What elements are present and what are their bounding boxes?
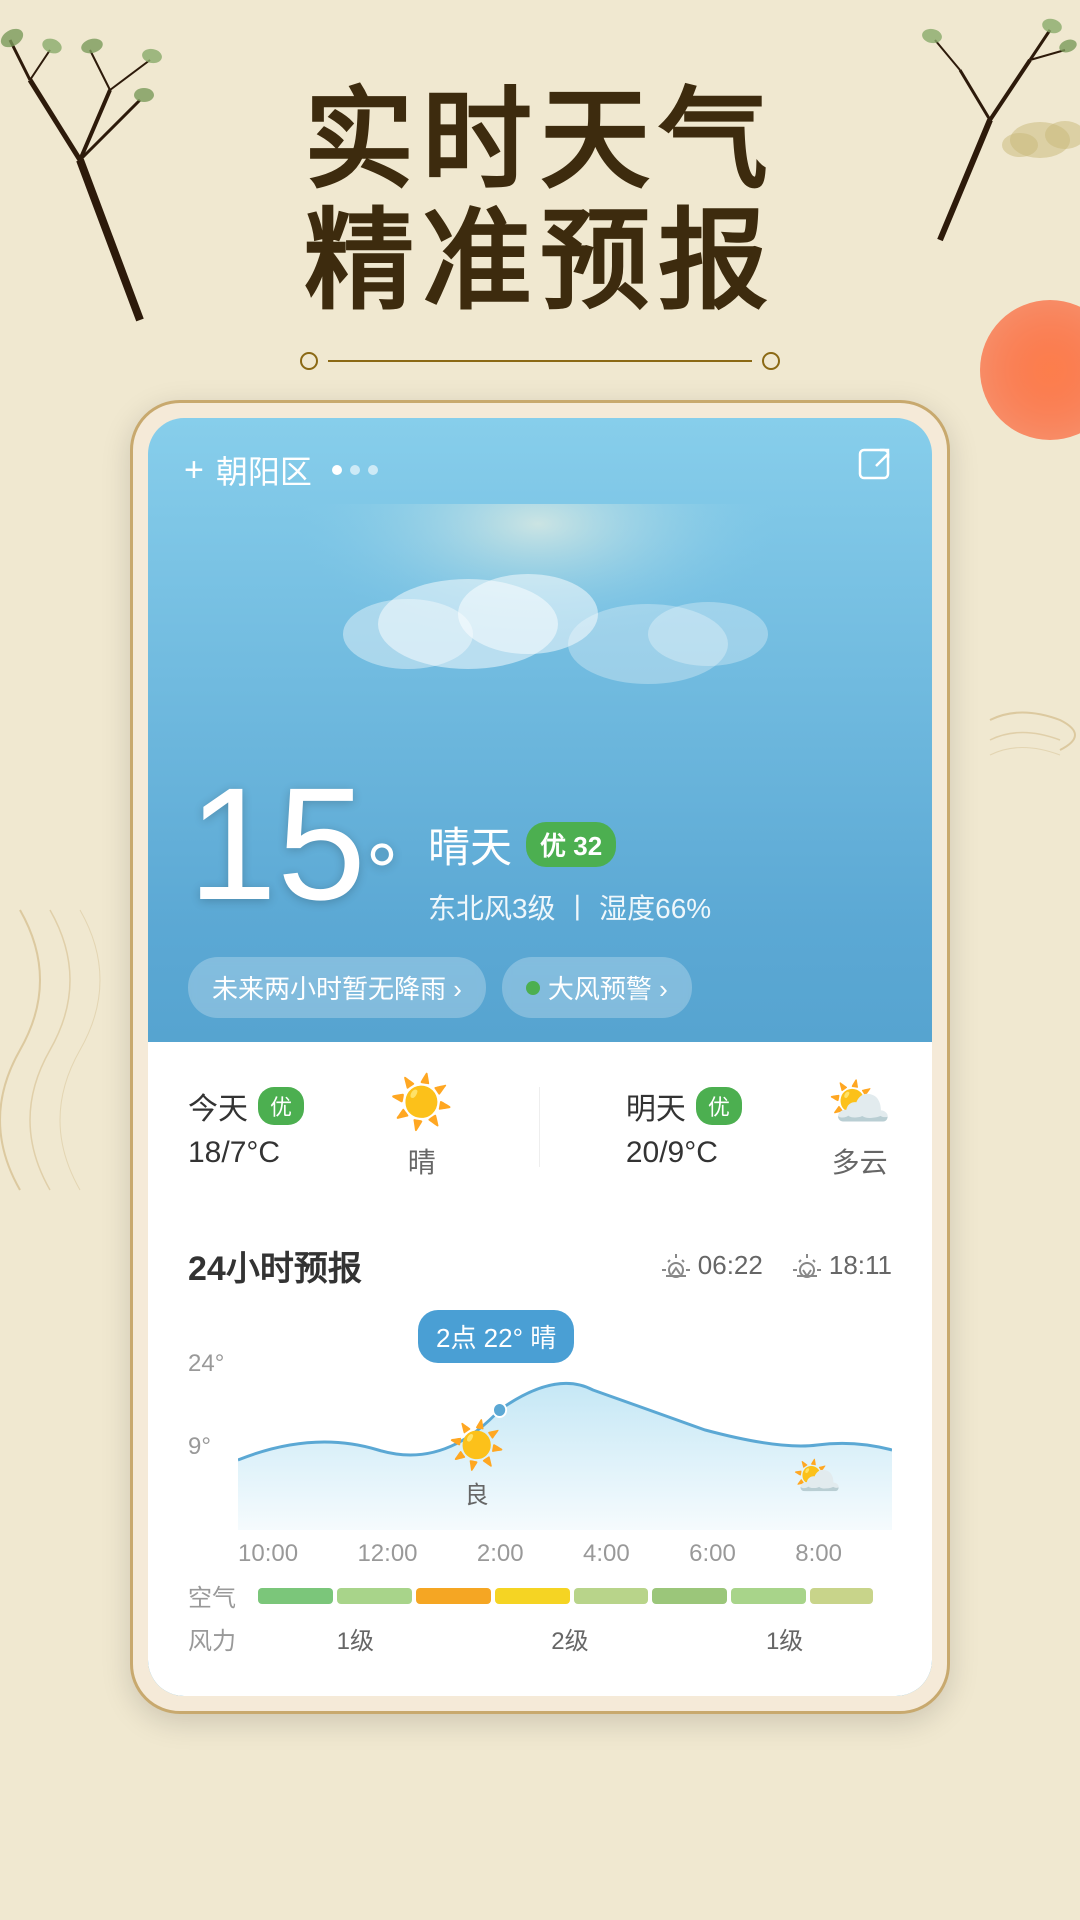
today-aqi: 优 (258, 1087, 304, 1125)
temperature-value: 15 (188, 754, 366, 933)
sunrise-value: 06:22 (698, 1250, 763, 1281)
time-200: 2:00 (477, 1540, 524, 1568)
divider-ornament (290, 352, 790, 370)
alert-dot (526, 981, 540, 995)
wind-row: 风力 1级 2级 1级 (188, 1621, 892, 1656)
temp-section: 15° 晴天 优 32 东北风3级 丨 (148, 764, 932, 947)
air-quality-label: 空气 (188, 1578, 248, 1613)
dot-3[interactable] (368, 465, 378, 475)
sky-area (148, 504, 932, 764)
aqi-badge: 优 32 (526, 822, 616, 867)
forecast-24h: 24小时预报 (148, 1211, 932, 1696)
time-800: 8:00 (795, 1540, 842, 1568)
title-line1: 实时天气 (0, 80, 1080, 201)
alert-row: 未来两小时暂无降雨 › 大风预警 › (148, 947, 932, 1042)
aq-seg-7 (731, 1588, 806, 1604)
tomorrow-weather-icon: ⛅ (827, 1072, 892, 1133)
sun-times: 06:22 (662, 1250, 892, 1281)
chart-area: 2点 22° 晴 24° 9° (188, 1310, 892, 1530)
sunrise-icon (662, 1252, 690, 1280)
tomorrow-aqi: 优 (696, 1087, 742, 1125)
chart-y-labels: 24° 9° (188, 1350, 224, 1461)
wind-level-3: 1级 (766, 1621, 803, 1656)
sunset-time: 18:11 (793, 1250, 892, 1281)
card-header: + 朝阳区 (148, 418, 932, 504)
air-quality-bar (258, 1588, 882, 1604)
today-temp: 18/7°C (188, 1136, 280, 1170)
y-label-high: 24° (188, 1350, 224, 1378)
sunset-icon (793, 1252, 821, 1280)
divider-line (328, 360, 752, 362)
today-weather-icon: ☀️ (389, 1072, 454, 1133)
time-400: 4:00 (583, 1540, 630, 1568)
wind-levels: 1级 2级 1级 (248, 1621, 892, 1656)
aq-seg-2 (337, 1588, 412, 1604)
forecast-header: 24小时预报 (188, 1241, 892, 1290)
time-axis: 10:00 12:00 2:00 4:00 6:00 8:00 (188, 1540, 892, 1568)
today-forecast: 今天 优 18/7°C (188, 1084, 304, 1170)
page-dots (332, 465, 378, 475)
sunset-value: 18:11 (829, 1250, 892, 1281)
weather-detail: 晴天 优 32 东北风3级 丨 湿度66% (428, 764, 711, 927)
today-condition: 晴 (408, 1141, 436, 1181)
location-name: 朝阳区 (216, 447, 312, 493)
add-location-button[interactable]: + (184, 451, 204, 490)
chart-cloud-icon: ⛅ (792, 1453, 842, 1500)
dot-2[interactable] (350, 465, 360, 475)
today-icon-area: ☀️ 晴 (389, 1072, 454, 1181)
wind-label: 风力 (188, 1621, 248, 1656)
title-line2: 精准预报 (0, 201, 1080, 322)
wind-humidity: 东北风3级 丨 湿度66% (428, 887, 711, 927)
air-quality-row: 空气 (188, 1578, 892, 1613)
wind-alert-text: 大风预警 › (548, 969, 668, 1006)
rain-alert-button[interactable]: 未来两小时暂无降雨 › (188, 957, 486, 1018)
sunrise-time: 06:22 (662, 1250, 763, 1281)
aq-seg-3 (416, 1588, 491, 1604)
wind-level-1: 1级 (337, 1621, 374, 1656)
aq-seg-4 (495, 1588, 570, 1604)
tomorrow-icon-area: ⛅ 多云 (827, 1072, 892, 1181)
today-label: 今天 (188, 1084, 248, 1128)
degree-symbol: ° (366, 827, 398, 916)
temperature-display: 15° (188, 764, 398, 924)
title-area: 实时天气 精准预报 (0, 0, 1080, 322)
tomorrow-label: 明天 (626, 1084, 686, 1128)
tomorrow-temp: 20/9°C (626, 1136, 718, 1170)
rain-alert-text: 未来两小时暂无降雨 › (212, 969, 462, 1006)
card-container: + 朝阳区 (130, 400, 950, 1714)
daily-divider (539, 1087, 540, 1167)
y-label-low: 9° (188, 1433, 224, 1461)
weather-condition: 晴天 (428, 814, 512, 875)
divider-circle-left (300, 352, 318, 370)
wind-alert-button[interactable]: 大风预警 › (502, 957, 692, 1018)
share-button[interactable] (856, 446, 896, 494)
weather-card: + 朝阳区 (148, 418, 932, 1696)
tomorrow-forecast: 明天 优 20/9°C (626, 1084, 742, 1170)
tomorrow-condition: 多云 (832, 1141, 888, 1181)
daily-forecast: 今天 优 18/7°C ☀️ 晴 (148, 1042, 932, 1211)
divider-circle-right (762, 352, 780, 370)
header-left: + 朝阳区 (184, 447, 378, 493)
aq-seg-1 (258, 1588, 333, 1604)
forecast-24h-title: 24小时预报 (188, 1241, 362, 1290)
time-600: 6:00 (689, 1540, 736, 1568)
chart-sun-condition: 良 (448, 1475, 505, 1510)
aq-seg-5 (574, 1588, 649, 1604)
time-1000: 10:00 (238, 1540, 298, 1568)
card-frame: + 朝阳区 (130, 400, 950, 1714)
aq-seg-6 (652, 1588, 727, 1604)
aq-seg-8 (810, 1588, 872, 1604)
chart-sun-icon: ☀️ 良 (448, 1418, 505, 1510)
wind-level-2: 2级 (551, 1621, 588, 1656)
time-1200: 12:00 (357, 1540, 417, 1568)
dot-1[interactable] (332, 465, 342, 475)
